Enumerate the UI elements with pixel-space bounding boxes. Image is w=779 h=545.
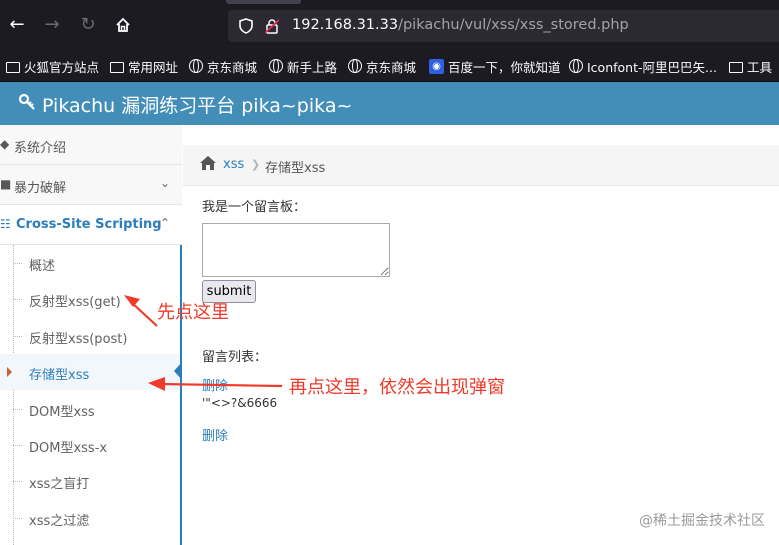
submenu-item-overview[interactable]: 概述 [0, 245, 180, 281]
submenu-label: 概述 [29, 259, 56, 274]
submenu-item-stored[interactable]: 存储型xss [0, 354, 182, 390]
key-icon [18, 93, 36, 116]
submenu-label: DOM型xss-x [29, 441, 108, 456]
submenu-label: DOM型xss [29, 405, 95, 420]
forward-arrow-icon[interactable]: → [41, 14, 63, 36]
submenu-label: 存储型xss [29, 368, 90, 383]
board-label: 我是一个留言板： [202, 200, 307, 215]
url-text[interactable]: 192.168.31.33/pikachu/vul/xss/xss_stored… [292, 17, 629, 33]
insecure-lock-icon[interactable] [264, 18, 280, 34]
submenu-item-filter[interactable]: xss之过滤 [0, 500, 180, 536]
submenu-label: 反射型xss(get) [29, 295, 121, 310]
tree-branch [13, 518, 22, 519]
baidu-paw-icon: ◉ [429, 58, 444, 74]
annotation-second: 再点这里，依然会出现弹窗 [289, 377, 505, 398]
submenu-label: xss之盲打 [29, 477, 90, 492]
sidebar-item-label: Cross-Site Scripting [16, 217, 162, 232]
tree-branch [13, 263, 22, 264]
sidebar-item-label: 暴力破解 [14, 181, 67, 196]
tree-branch [13, 445, 22, 446]
bookmark-label: 新手上路 [287, 59, 338, 75]
home-icon[interactable] [112, 14, 134, 36]
caret-right-icon [7, 367, 12, 377]
home-icon[interactable] [199, 155, 217, 175]
delete-link[interactable]: 删除 [202, 425, 228, 444]
tree-branch [13, 299, 22, 300]
active-notch [174, 362, 182, 380]
sidebar-item-label: 系统介绍 [14, 141, 67, 156]
folder-icon [6, 61, 20, 73]
message-list-label: 留言列表： [202, 350, 268, 365]
chevron-right-icon: ❯ [251, 158, 261, 171]
tab-indicator [226, 0, 301, 4]
sidebar-item-brute-force[interactable]: ■ 暴力破解 ⌄ [0, 165, 182, 205]
tree-branch [13, 336, 22, 337]
browser-toolbar: ← → ↻ 192.168.31.33/pikachu/vul/xss/xss_… [0, 0, 779, 50]
list-icon: ■ [0, 177, 12, 191]
bookmark-label: 百度一下，你就知道 [448, 59, 561, 75]
tree-branch [13, 409, 22, 410]
bookmark-item[interactable]: 工具 [729, 57, 772, 75]
shield-icon[interactable] [238, 18, 254, 34]
reload-icon[interactable]: ↻ [77, 14, 99, 36]
submenu-item-reflected-get[interactable]: 反射型xss(get) [0, 281, 180, 317]
submenu-item-blind[interactable]: xss之盲打 [0, 463, 180, 499]
submenu-label: xss之过滤 [29, 514, 90, 529]
chevron-up-icon: ⌃ [159, 216, 170, 230]
globe-icon [189, 59, 203, 73]
submenu-label: 反射型xss(post) [29, 332, 128, 347]
breadcrumb-current: 存储型xss [265, 161, 326, 176]
annotation-first: 先点这里 [157, 302, 229, 323]
submenu-item-reflected-post[interactable]: 反射型xss(post) [0, 318, 180, 354]
sidebar-item-xss[interactable]: ☷ Cross-Site Scripting ⌃ [0, 205, 182, 245]
bookmark-item[interactable]: 京东商城 [348, 57, 416, 75]
bookmark-item[interactable]: 火狐官方站点 [6, 57, 99, 75]
sidebar-item-system-intro[interactable]: ◆ 系统介绍 [0, 125, 182, 165]
delete-link[interactable]: 删除 [202, 375, 228, 394]
globe-icon [569, 59, 583, 73]
sitemap-icon: ☷ [0, 217, 11, 231]
bookmark-label: 京东商城 [207, 59, 258, 75]
bookmarks-bar: 火狐官方站点 常用网址 京东商城 新手上路 京东商城 ◉ 百度一下，你就知道 Ic… [0, 50, 779, 82]
bookmark-item[interactable]: 京东商城 [189, 57, 257, 75]
back-arrow-icon[interactable]: ← [6, 14, 28, 36]
message-textarea[interactable] [202, 223, 390, 277]
url-host: 192.168.31.33 [292, 17, 399, 33]
tree-branch [13, 481, 22, 482]
message-text: '"<>?&6666 [202, 396, 278, 410]
submenu-item-dom[interactable]: DOM型xss [0, 391, 180, 427]
breadcrumb: xss ❯ 存储型xss [183, 145, 779, 186]
folder-icon [110, 61, 124, 73]
bookmark-label: Iconfont-阿里巴巴矢... [587, 59, 717, 75]
bookmark-label: 工具 [747, 59, 773, 75]
bookmark-label: 火狐官方站点 [24, 59, 100, 75]
chevron-down-icon: ⌄ [159, 176, 170, 190]
app-header: Pikachu 漏洞练习平台 pika~pika~ [0, 82, 779, 125]
bookmark-label: 京东商城 [366, 59, 417, 75]
bookmark-item[interactable]: ◉ 百度一下，你就知道 [429, 57, 561, 75]
globe-icon [269, 59, 283, 73]
breadcrumb-xss-link[interactable]: xss [223, 157, 244, 172]
folder-icon [729, 61, 743, 73]
bookmark-item[interactable]: 常用网址 [110, 57, 178, 75]
brand[interactable]: Pikachu 漏洞练习平台 pika~pika~ [18, 91, 352, 118]
url-bar[interactable]: 192.168.31.33/pikachu/vul/xss/xss_stored… [228, 10, 779, 42]
globe-icon [348, 59, 362, 73]
url-path: /pikachu/vul/xss/xss_stored.php [398, 17, 629, 33]
app-title: Pikachu 漏洞练习平台 pika~pika~ [42, 95, 353, 117]
submenu-item-dom-x[interactable]: DOM型xss-x [0, 427, 180, 463]
bookmark-label: 常用网址 [128, 59, 179, 75]
bookmark-item[interactable]: Iconfont-阿里巴巴矢... [569, 57, 717, 75]
watermark: @稀土掘金技术社区 [639, 513, 765, 529]
bookmark-item[interactable]: 新手上路 [269, 57, 337, 75]
tags-icon: ◆ [0, 137, 10, 151]
